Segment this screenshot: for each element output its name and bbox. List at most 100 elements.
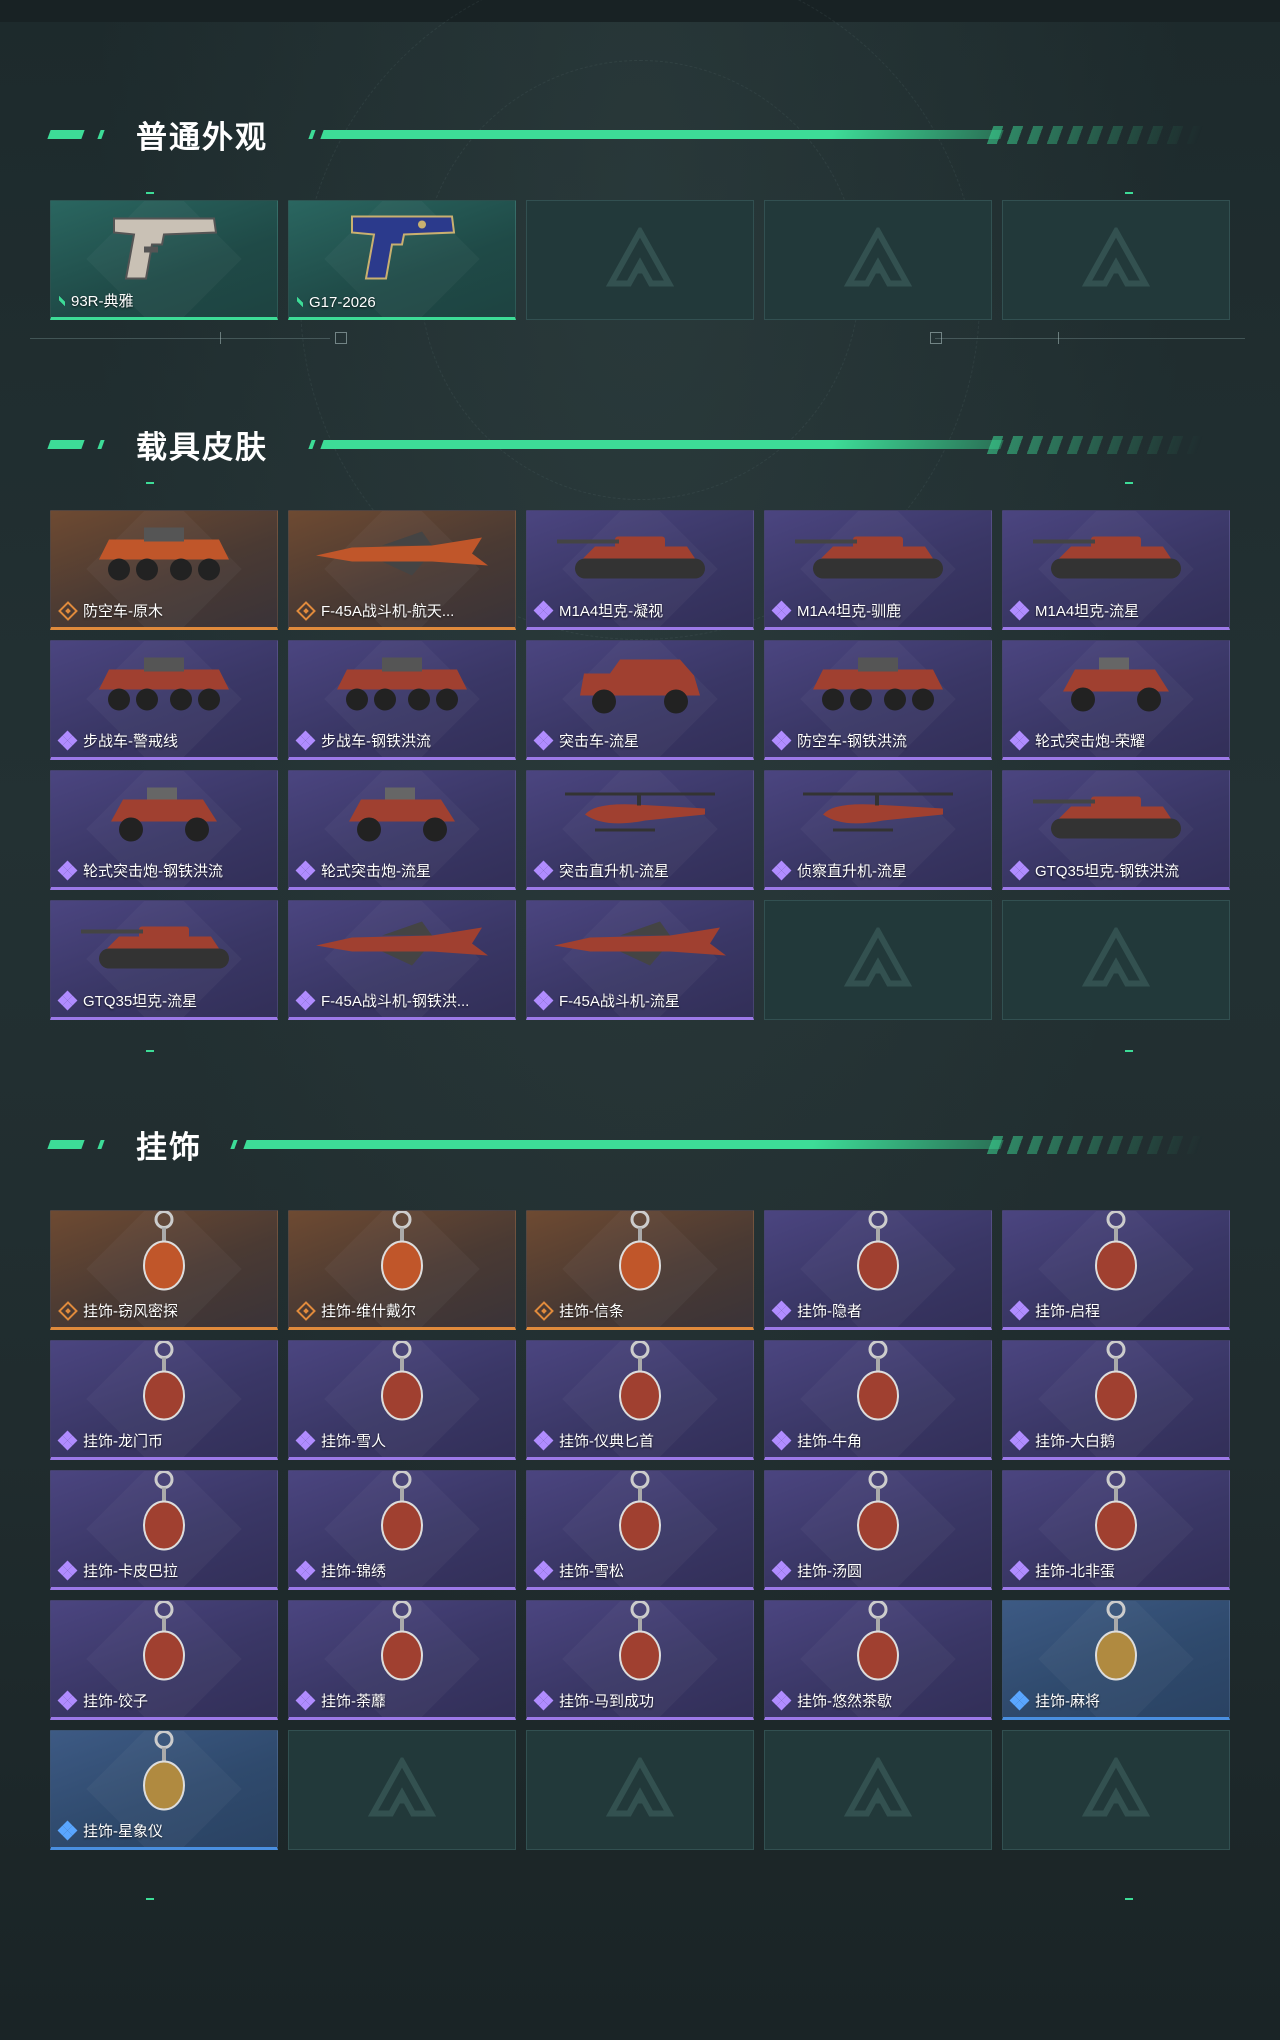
rarity-icon [57,1560,78,1580]
timeline-mark [220,332,221,344]
header-checker [986,436,1204,454]
charm-icon [134,1211,194,1305]
empty-slot [526,1730,754,1850]
item-card[interactable]: 挂饰-荼蘼 [288,1600,516,1720]
header-accent [97,1140,105,1149]
rarity-icon [771,730,792,750]
rarity-icon [771,1560,792,1580]
game-logo-icon [1081,1755,1151,1823]
item-label-row: F-45A战斗机-钢铁洪... [295,990,469,1011]
rarity-icon [295,990,316,1010]
rarity-icon [295,1430,316,1450]
item-label: 挂饰-雪松 [559,1563,624,1580]
item-label: GTQ35坦克-流星 [83,993,198,1010]
item-card[interactable]: 突击直升机-流星 [526,770,754,890]
rarity-icon [771,860,792,880]
rarity-icon [533,1690,554,1710]
rarity-icon [58,1300,78,1321]
section-header-charms: 挂饰 [0,1114,1280,1174]
item-card[interactable]: 突击车-流星 [526,640,754,760]
item-label-row: 挂饰-星象仪 [57,1820,163,1841]
item-card[interactable]: 轮式突击炮-流星 [288,770,516,890]
item-label: 挂饰-星象仪 [83,1823,163,1840]
item-card[interactable]: 挂饰-龙门币 [50,1340,278,1460]
item-card[interactable]: 侦察直升机-流星 [764,770,992,890]
item-card[interactable]: M1A4坦克-凝视 [526,510,754,630]
rarity-icon [1009,1300,1030,1320]
item-card[interactable]: 挂饰-隐者 [764,1210,992,1330]
item-card[interactable]: 轮式突击炮-荣耀 [1002,640,1230,760]
rarity-icon [57,860,78,880]
header-checker [986,1136,1204,1154]
rarity-icon [295,730,316,750]
truck-icon [570,650,710,725]
item-card[interactable]: 挂饰-星象仪 [50,1730,278,1850]
item-label-row: 突击直升机-流星 [533,860,669,881]
item-card[interactable]: 挂饰-启程 [1002,1210,1230,1330]
item-card[interactable]: F-45A战斗机-航天... [288,510,516,630]
jet-icon [312,920,492,975]
item-card[interactable]: G17-2026 [288,200,516,320]
rarity-icon [1009,730,1030,750]
item-label-row: 防空车-钢铁洪流 [771,730,907,751]
item-label: 挂饰-北非蛋 [1035,1563,1115,1580]
item-label-row: 93R-典雅 [59,290,134,311]
header-accent [97,440,105,449]
game-logo-icon [1081,925,1151,993]
item-card[interactable]: 挂饰-马到成功 [526,1600,754,1720]
item-card[interactable]: 挂饰-饺子 [50,1600,278,1720]
item-card[interactable]: 93R-典雅 [50,200,278,320]
item-card[interactable]: 挂饰-牛角 [764,1340,992,1460]
item-card[interactable]: F-45A战斗机-流星 [526,900,754,1020]
item-card[interactable]: 挂饰-大白鹅 [1002,1340,1230,1460]
item-card[interactable]: 挂饰-雪人 [288,1340,516,1460]
item-card[interactable]: 步战车-警戒线 [50,640,278,760]
item-card[interactable]: GTQ35坦克-流星 [50,900,278,1020]
item-card[interactable]: 挂饰-维什戴尔 [288,1210,516,1330]
item-card[interactable]: 防空车-原木 [50,510,278,630]
rarity-icon [296,600,316,621]
item-card[interactable]: 挂饰-窃风密探 [50,1210,278,1330]
item-label: 挂饰-龙门币 [83,1433,163,1450]
rarity-icon [771,1690,792,1710]
mini-tick [1125,1050,1133,1052]
empty-slot [526,200,754,320]
item-label: 步战车-钢铁洪流 [321,733,431,750]
item-card[interactable]: F-45A战斗机-钢铁洪... [288,900,516,1020]
item-card[interactable]: 步战车-钢铁洪流 [288,640,516,760]
item-label: 挂饰-麻将 [1035,1693,1100,1710]
item-label: F-45A战斗机-航天... [321,603,455,620]
item-card[interactable]: M1A4坦克-驯鹿 [764,510,992,630]
item-card[interactable]: GTQ35坦克-钢铁洪流 [1002,770,1230,890]
item-card[interactable]: 挂饰-北非蛋 [1002,1470,1230,1590]
item-card[interactable]: 防空车-钢铁洪流 [764,640,992,760]
rarity-icon [57,730,78,750]
item-card[interactable]: 挂饰-汤圆 [764,1470,992,1590]
item-card[interactable]: 轮式突击炮-钢铁洪流 [50,770,278,890]
item-label-row: 挂饰-麻将 [1009,1690,1100,1711]
charm-icon [134,1601,194,1695]
tank-icon [555,525,725,590]
tank-icon [793,525,963,590]
item-card[interactable]: M1A4坦克-流星 [1002,510,1230,630]
item-label: M1A4坦克-流星 [1035,603,1140,620]
charm-icon [610,1341,670,1435]
header-accent [47,440,85,449]
item-card[interactable]: 挂饰-仪典匕首 [526,1340,754,1460]
section-header-vehicles: 载具皮肤 [0,414,1280,474]
rarity-icon [533,860,554,880]
item-card[interactable]: 挂饰-卡皮巴拉 [50,1470,278,1590]
item-label: 挂饰-荼蘼 [321,1693,386,1710]
header-tick [308,440,316,449]
item-label: G17-2026 [309,293,376,311]
item-card[interactable]: 挂饰-信条 [526,1210,754,1330]
section-header-appearance: 普通外观 [0,104,1280,164]
item-card[interactable]: 挂饰-悠然茶歇 [764,1600,992,1720]
item-card[interactable]: 挂饰-雪松 [526,1470,754,1590]
item-card[interactable]: 挂饰-锦绣 [288,1470,516,1590]
item-label: 93R-典雅 [71,293,134,310]
item-label-row: 挂饰-马到成功 [533,1690,654,1711]
rarity-icon [1009,600,1030,620]
item-label: M1A4坦克-凝视 [559,603,664,620]
item-card[interactable]: 挂饰-麻将 [1002,1600,1230,1720]
